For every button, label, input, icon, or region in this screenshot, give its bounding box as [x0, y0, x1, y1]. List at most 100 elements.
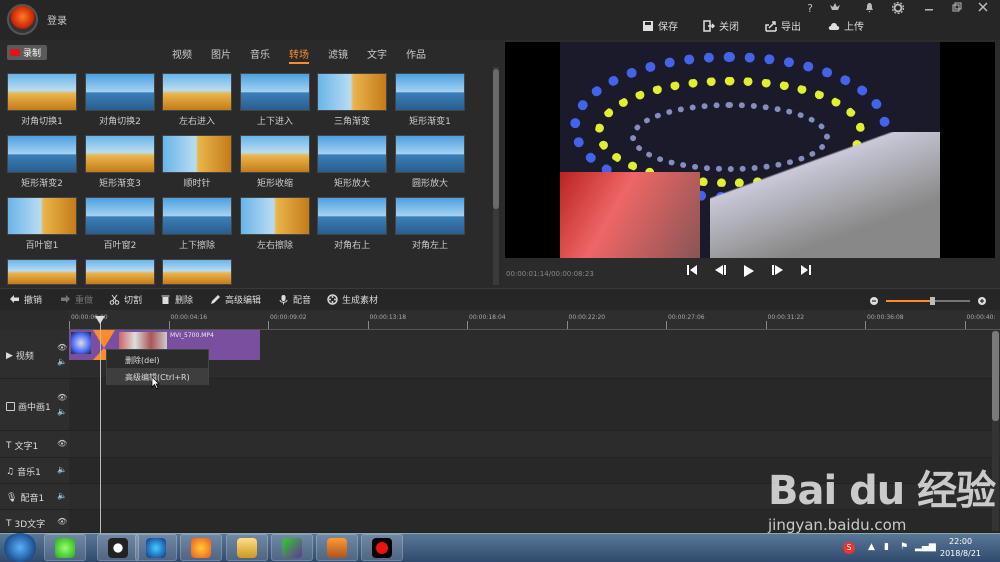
app-360-icon[interactable]: [44, 534, 86, 561]
restore-button[interactable]: [948, 2, 966, 15]
export-button[interactable]: 导出: [765, 18, 801, 33]
next-frame-button[interactable]: [771, 264, 785, 276]
avatar[interactable]: [7, 4, 38, 35]
tab-image[interactable]: 图片: [211, 46, 231, 64]
eye-icon[interactable]: 👁: [57, 439, 67, 448]
transition-item[interactable]: 左右进入: [162, 73, 232, 127]
tab-works[interactable]: 作品: [406, 46, 426, 64]
tab-text[interactable]: 文字: [367, 46, 387, 64]
taskbar-clock[interactable]: 22:00 2018/8/21: [940, 536, 981, 560]
skip-start-button[interactable]: [686, 264, 698, 276]
firefox-icon[interactable]: [180, 534, 222, 561]
transition-item[interactable]: [7, 259, 77, 285]
qq-icon[interactable]: [97, 534, 139, 561]
transition-item[interactable]: 矩形渐变3: [85, 135, 155, 189]
tab-music[interactable]: 音乐: [250, 46, 270, 64]
network-icon[interactable]: ▂▄▆: [915, 542, 936, 552]
media-scrollbar[interactable]: [493, 67, 499, 285]
transition-thumbnail: [395, 73, 465, 111]
tab-transition[interactable]: 转场: [289, 46, 309, 64]
pencil-icon: [211, 295, 220, 304]
transition-thumbnail: [317, 73, 387, 111]
save-button[interactable]: 保存: [642, 18, 678, 33]
transition-item[interactable]: 对角右上: [317, 197, 387, 251]
record-button[interactable]: 录制: [7, 45, 47, 60]
redo-button[interactable]: 重做: [60, 293, 93, 306]
transition-item[interactable]: 左右擦除: [240, 197, 310, 251]
transition-item[interactable]: [85, 259, 155, 285]
microphone-icon: 🎙: [6, 492, 18, 503]
eye-icon[interactable]: 👁: [57, 517, 67, 526]
track-pip[interactable]: [69, 379, 1000, 431]
vip-icon[interactable]: [826, 2, 844, 16]
ruler-label: 00:00:18:04: [469, 314, 506, 321]
transition-item[interactable]: 顺时针: [162, 135, 232, 189]
flag-icon[interactable]: ⚑: [900, 542, 908, 552]
ruler-tick: [367, 321, 369, 329]
media-player-icon[interactable]: [135, 534, 177, 561]
speaker-icon[interactable]: 🔈: [57, 491, 67, 500]
upload-button[interactable]: 上传: [828, 18, 864, 33]
bell-icon[interactable]: [860, 2, 878, 16]
speaker-icon[interactable]: 🔈: [57, 465, 67, 474]
zoom-slider[interactable]: [870, 292, 990, 305]
delete-button[interactable]: 删除: [160, 293, 193, 306]
transition-item[interactable]: 矩形放大: [317, 135, 387, 189]
playhead[interactable]: [95, 316, 105, 533]
transition-item[interactable]: 上下进入: [240, 73, 310, 127]
track-text[interactable]: [69, 431, 1000, 458]
app-green-icon[interactable]: [271, 534, 313, 561]
play-button[interactable]: [743, 264, 755, 278]
transition-item[interactable]: 对角切换1: [7, 73, 77, 127]
cut-button[interactable]: 切割: [109, 293, 142, 306]
eye-icon[interactable]: 👁: [57, 343, 67, 352]
transition-item[interactable]: 百叶窗1: [7, 197, 77, 251]
transition-label: 百叶窗1: [25, 241, 59, 251]
transition-item[interactable]: 圆形放大: [395, 135, 465, 189]
close-project-button[interactable]: 关闭: [703, 18, 739, 33]
baidu-watermark: Bai du 经验: [768, 468, 996, 514]
tab-filter[interactable]: 滤镜: [328, 46, 348, 64]
device-icon[interactable]: ▮: [884, 542, 889, 552]
transition-label: 圆形放大: [411, 179, 448, 189]
eye-icon[interactable]: 👁: [57, 393, 67, 402]
transition-item[interactable]: 矩形收缩: [240, 135, 310, 189]
sogou-icon[interactable]: S: [843, 542, 855, 554]
transition-item[interactable]: 上下擦除: [162, 197, 232, 251]
gear-icon[interactable]: [889, 1, 907, 17]
close-window-button[interactable]: [974, 2, 992, 15]
speaker-icon[interactable]: 🔈: [57, 407, 67, 416]
login-link[interactable]: 登录: [47, 12, 67, 27]
transition-item[interactable]: 百叶窗2: [85, 197, 155, 251]
transition-item[interactable]: 矩形渐变2: [7, 135, 77, 189]
generate-clip-button[interactable]: 生成素材: [327, 293, 378, 306]
advanced-edit-button[interactable]: 高级编辑: [210, 293, 261, 306]
transition-thumbnail: [162, 197, 232, 235]
transition-item[interactable]: 对角左上: [395, 197, 465, 251]
folder-icon[interactable]: [226, 534, 268, 561]
minimize-button[interactable]: [920, 2, 938, 15]
video-editor-icon[interactable]: [316, 534, 358, 561]
skip-end-button[interactable]: [800, 264, 812, 276]
transition-item[interactable]: 三角渐变: [317, 73, 387, 127]
start-button[interactable]: [3, 533, 37, 562]
speaker-icon[interactable]: 🔈: [57, 357, 67, 366]
dub-button[interactable]: 配音: [278, 293, 311, 306]
transition-item[interactable]: 对角切换2: [85, 73, 155, 127]
undo-button[interactable]: 撤销: [9, 293, 42, 306]
text-icon: T: [6, 518, 12, 529]
timeline-ruler[interactable]: 00:00:00:00 00:00:04:16 00:00:09:02 00:00:1…: [69, 310, 1000, 330]
transition-item[interactable]: 矩形渐变1: [395, 73, 465, 127]
transition-label: 对角右上: [333, 241, 370, 251]
help-button[interactable]: ?: [801, 2, 819, 15]
prev-frame-button[interactable]: [713, 264, 727, 276]
transition-thumbnail: [85, 259, 155, 285]
media-player-glyph: [146, 537, 166, 558]
transition-item[interactable]: [162, 259, 232, 285]
microphone-icon: [279, 295, 288, 305]
record-app-icon[interactable]: [361, 534, 403, 561]
ruler-label: 00:00:09:02: [270, 314, 307, 321]
tab-video[interactable]: 视频: [172, 46, 192, 64]
tray-arrow-icon[interactable]: ▲: [868, 542, 875, 552]
context-delete[interactable]: 删除(del): [107, 351, 208, 368]
